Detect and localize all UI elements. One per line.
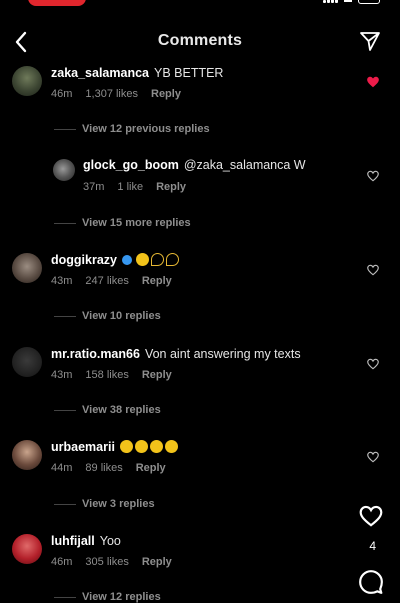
comment-likes[interactable]: 1,307 likes: [85, 88, 138, 100]
comment-meta: 44m 89 likes Reply: [51, 462, 179, 474]
view-replies-button[interactable]: View 3 replies: [54, 498, 155, 510]
wifi-icon: [344, 0, 352, 2]
comment-time: 43m: [51, 369, 73, 381]
reply-button[interactable]: Reply: [142, 369, 172, 381]
laughing-emoji-icon: [149, 440, 163, 453]
view-replies-button[interactable]: View 15 more replies: [54, 217, 191, 229]
view-replies-button[interactable]: View 10 replies: [54, 310, 161, 322]
send-icon[interactable]: [358, 29, 382, 53]
comment-likes[interactable]: 247 likes: [85, 275, 128, 287]
comment-time: 37m: [83, 181, 105, 193]
reply-button[interactable]: Reply: [142, 556, 172, 568]
page-title: Comments: [157, 32, 243, 49]
avatar[interactable]: [12, 66, 42, 96]
comment-text: Von aint answering my texts: [144, 347, 301, 361]
view-replies-label: View 10 replies: [82, 310, 161, 322]
verified-badge-icon: [122, 255, 132, 265]
view-replies-label: View 12 replies: [82, 591, 161, 603]
comment-text: Yoo: [99, 534, 121, 548]
view-replies-label: View 38 replies: [82, 404, 161, 416]
comment-line: doggikrazy: [51, 253, 181, 267]
comment-line: luhfijall Yoo: [51, 534, 121, 548]
comment-item: doggikrazy 43m 247 likes Reply: [0, 251, 400, 291]
status-icons: [323, 0, 380, 4]
comment-meta: 43m 247 likes Reply: [51, 275, 185, 287]
comment-item: luhfijall Yoo 46m 305 likes Reply: [0, 532, 400, 572]
recording-indicator: [28, 0, 86, 6]
comment-likes[interactable]: 305 likes: [85, 556, 128, 568]
comment-username[interactable]: urbaemarii: [51, 440, 115, 454]
laughing-emoji-icon: [134, 440, 148, 453]
comment-text: @zaka_salamanca W: [183, 158, 306, 172]
heart-icon[interactable]: [366, 263, 380, 277]
comment-username[interactable]: luhfijall: [51, 534, 95, 548]
view-replies-button[interactable]: View 12 replies: [54, 591, 161, 603]
like-count: 4: [369, 539, 376, 553]
comment-item: urbaemarii 44m 89 likes Reply: [0, 438, 400, 478]
laughing-emoji-icon: [119, 440, 133, 453]
comment-text: YB BETTER: [154, 66, 224, 80]
comment-username[interactable]: mr.ratio.man66: [51, 347, 140, 361]
dizzy-emoji-icon: [166, 253, 179, 266]
view-replies-label: View 12 previous replies: [82, 123, 210, 135]
header: Comments: [0, 26, 400, 58]
heart-icon[interactable]: [358, 503, 384, 529]
battery-icon: [358, 0, 380, 4]
comment-likes[interactable]: 1 like: [117, 181, 143, 193]
laughing-emoji-icon: [164, 440, 178, 453]
avatar[interactable]: [12, 347, 42, 377]
comment-time: 46m: [51, 556, 73, 568]
comment-line: mr.ratio.man66 Von aint answering my text…: [51, 347, 301, 361]
avatar[interactable]: [12, 534, 42, 564]
view-replies-button[interactable]: View 12 previous replies: [54, 123, 210, 135]
reply-item: glock_go_boom @zaka_salamanca W 37m 1 like…: [0, 157, 400, 197]
laughing-emoji-icon: [136, 253, 149, 266]
view-replies-label: View 15 more replies: [82, 217, 191, 229]
dizzy-emoji-icon: [151, 253, 164, 266]
comment-item: zaka_salamanca YB BETTER 46m 1,307 likes Re…: [0, 64, 400, 104]
heart-filled-icon[interactable]: [366, 75, 380, 89]
comment-icon[interactable]: [358, 569, 384, 595]
avatar[interactable]: [12, 253, 42, 283]
comment-time: 43m: [51, 275, 73, 287]
comment-line: zaka_salamanca YB BETTER: [51, 66, 223, 80]
reply-button[interactable]: Reply: [136, 462, 166, 474]
comment-meta: 37m 1 like Reply: [83, 181, 199, 193]
comment-item: mr.ratio.man66 Von aint answering my text…: [0, 345, 400, 385]
comment-line: glock_go_boom @zaka_salamanca W: [83, 158, 306, 172]
heart-icon[interactable]: [366, 169, 380, 183]
avatar[interactable]: [53, 159, 75, 181]
signal-icon: [323, 0, 338, 3]
comment-meta: 46m 305 likes Reply: [51, 556, 185, 568]
comment-likes[interactable]: 158 likes: [85, 369, 128, 381]
heart-icon[interactable]: [366, 450, 380, 464]
comment-time: 46m: [51, 88, 73, 100]
comment-meta: 43m 158 likes Reply: [51, 369, 185, 381]
comment-time: 44m: [51, 462, 73, 474]
avatar[interactable]: [12, 440, 42, 470]
comment-likes[interactable]: 89 likes: [85, 462, 122, 474]
reply-button[interactable]: Reply: [156, 181, 186, 193]
view-replies-label: View 3 replies: [82, 498, 155, 510]
reply-button[interactable]: Reply: [142, 275, 172, 287]
heart-icon[interactable]: [366, 357, 380, 371]
reply-button[interactable]: Reply: [151, 88, 181, 100]
comment-username[interactable]: glock_go_boom: [83, 158, 179, 172]
comment-meta: 46m 1,307 likes Reply: [51, 88, 194, 100]
comment-username[interactable]: zaka_salamanca: [51, 66, 149, 80]
comment-username[interactable]: doggikrazy: [51, 253, 117, 267]
view-replies-button[interactable]: View 38 replies: [54, 404, 161, 416]
comment-line: urbaemarii: [51, 440, 180, 454]
